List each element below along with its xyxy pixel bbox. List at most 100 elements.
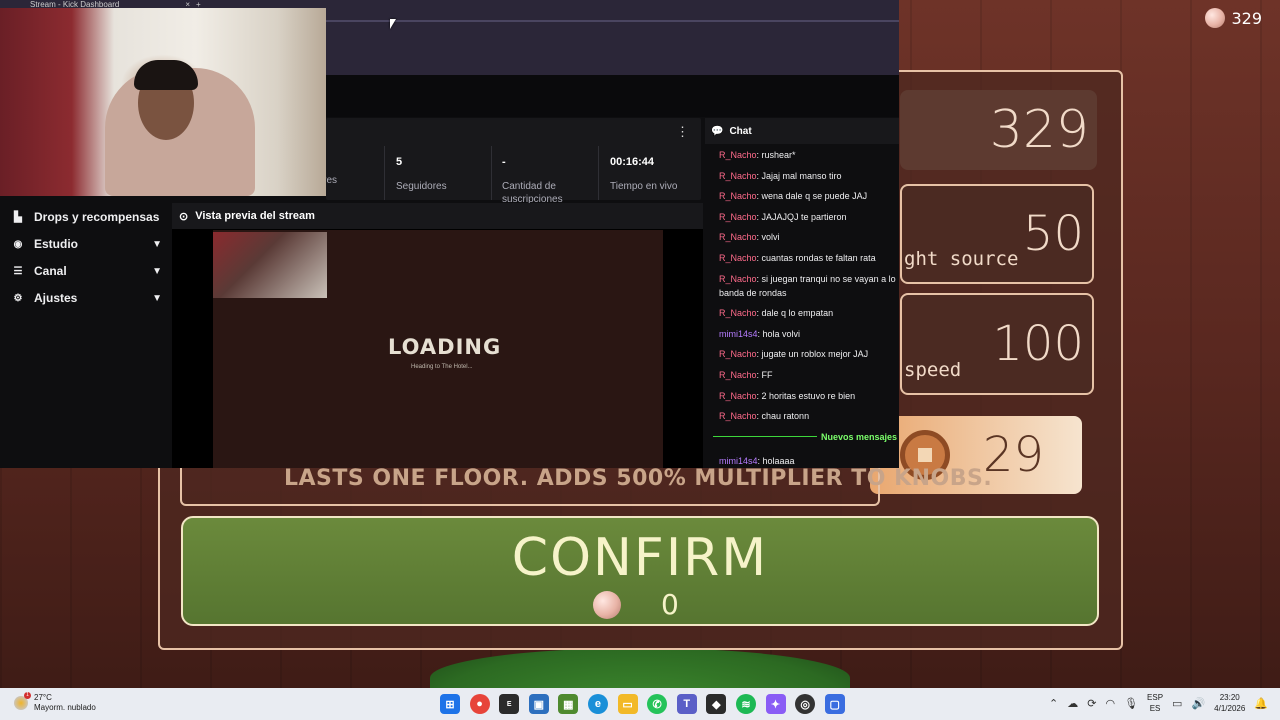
stat-live-time: 00:16:44 Tiempo en vivo xyxy=(610,156,677,193)
chat-message: R_Nacho: dale q lo empatan xyxy=(719,306,899,320)
chat-username[interactable]: mimi14s4 xyxy=(719,329,758,339)
sidebar-item-label: Ajustes xyxy=(34,291,78,305)
knob-icon xyxy=(1205,8,1226,28)
more-options-icon[interactable]: ⋮ xyxy=(676,124,689,140)
confirm-cost-value: 0 xyxy=(661,588,679,621)
game-launcher-icon[interactable]: ◆ xyxy=(706,694,727,714)
chat-username[interactable]: R_Nacho xyxy=(719,150,757,160)
address-bar[interactable] xyxy=(326,20,899,22)
chat-message: R_Nacho: 2 horitas estuvo re bien xyxy=(719,389,899,403)
chat-message: R_Nacho: wena dale q se puede JAJ xyxy=(719,189,899,203)
new-messages-divider[interactable]: Nuevos mensajes xyxy=(713,430,899,444)
app-icon[interactable]: ▢ xyxy=(824,694,845,714)
chat-text: : rushear* xyxy=(756,150,796,160)
display-icon[interactable]: ▭ xyxy=(1172,697,1182,710)
stat-label: Tiempo en vivo xyxy=(610,181,678,192)
chat-messages: R_Nacho: rushear* R_Nacho: Jajaj mal man… xyxy=(713,148,899,468)
sidebar-item-label: Canal xyxy=(34,264,67,278)
chat-username[interactable]: R_Nacho xyxy=(719,253,757,263)
chat-username[interactable]: R_Nacho xyxy=(719,171,757,181)
stream-preview: ⊙ Vista previa del stream LOADING Headin… xyxy=(172,203,703,468)
confirm-button[interactable]: CONFIRM 0 xyxy=(181,516,1099,626)
preview-webcam-overlay xyxy=(213,232,327,298)
chat-text: : cuantas rondas te faltan rata xyxy=(756,252,876,263)
chat-username[interactable]: R_Nacho xyxy=(719,232,757,242)
sidebar-item-settings[interactable]: ⚙ Ajustes ▼ xyxy=(12,291,162,305)
stat-box-speed[interactable]: speed 100 xyxy=(900,293,1094,395)
chat-username[interactable]: R_Nacho xyxy=(719,274,757,284)
notification-badge: 1 xyxy=(24,692,31,699)
preview-loading-subtext: Heading to The Hotel... xyxy=(411,364,473,370)
chat-text: : JAJAJQJ te partieron xyxy=(756,211,847,222)
network-icon[interactable]: ☁ xyxy=(1067,697,1078,710)
edge-icon[interactable]: e xyxy=(587,694,608,714)
chat-panel: 💬 Chat R_Nacho: rushear* R_Nacho: Jajaj … xyxy=(705,118,899,468)
chat-username[interactable]: R_Nacho xyxy=(719,349,757,359)
stat-followers: 5 Seguidores xyxy=(396,156,447,193)
file-explorer-icon[interactable]: ▭ xyxy=(617,694,638,714)
wifi-icon[interactable]: ◠ xyxy=(1105,697,1115,710)
microphone-icon[interactable]: 🎙 xyxy=(1124,697,1138,710)
chrome-icon[interactable]: ● xyxy=(469,694,490,714)
notifications-icon[interactable]: 🔔 xyxy=(1254,697,1268,710)
weather-temperature: 27°C xyxy=(34,693,52,702)
weather-icon: 1 xyxy=(14,692,31,710)
whatsapp-icon[interactable]: ✆ xyxy=(647,694,668,714)
teams-icon[interactable]: T xyxy=(676,694,697,714)
obs-icon[interactable]: ◎ xyxy=(795,694,816,714)
chat-username[interactable]: mimi14s4 xyxy=(719,456,758,466)
windows-start-icon[interactable]: ⊞ xyxy=(440,694,460,714)
chat-text: : dale q lo empatan xyxy=(756,308,834,319)
sidebar-item-label: Drops y recompensas xyxy=(34,210,160,224)
stream-preview-video[interactable]: LOADING Heading to The Hotel... xyxy=(213,230,663,468)
chat-text: : jugate un roblox mejor JAJ xyxy=(756,349,869,360)
chat-message: R_Nacho: chau ratonn xyxy=(719,409,899,423)
stat-box-knobs: 329 xyxy=(900,90,1097,170)
chevron-down-icon[interactable]: ▼ xyxy=(152,293,162,304)
spotify-icon[interactable]: ≋ xyxy=(735,694,756,714)
chevron-down-icon[interactable]: ▼ xyxy=(152,239,162,250)
chat-text: : holaaaa xyxy=(757,455,795,466)
epic-games-icon[interactable]: E xyxy=(499,694,520,714)
preview-loading-text: LOADING xyxy=(388,335,502,359)
stat-label: speed xyxy=(904,359,962,381)
sidebar-item-channel[interactable]: ☰ Canal ▼ xyxy=(12,264,162,278)
chat-username[interactable]: R_Nacho xyxy=(719,411,757,421)
volume-icon[interactable]: 🔊 xyxy=(1191,697,1205,710)
divider xyxy=(384,146,385,200)
taskbar-apps: ⊞ ● E ▣ ▦ e ▭ ✆ T ◆ ≋ ✦ ◎ ▢ xyxy=(440,694,845,714)
clock-time: 23:20 xyxy=(1219,693,1240,702)
chat-username[interactable]: R_Nacho xyxy=(719,212,757,222)
stat-subscriptions: - Cantidad de suscripciones xyxy=(502,156,592,206)
chat-message: R_Nacho: FF xyxy=(719,368,899,382)
chat-text: : volvi xyxy=(756,232,780,243)
chat-username[interactable]: R_Nacho xyxy=(719,308,757,318)
chat-message: R_Nacho: rushear* xyxy=(719,148,899,162)
stat-box-light-source[interactable]: ght source 50 xyxy=(900,184,1094,284)
chat-message: mimi14s4: holaaaa xyxy=(719,454,899,468)
store-icon[interactable]: ▣ xyxy=(528,694,549,714)
chat-message: R_Nacho: cuantas rondas te faltan rata xyxy=(719,251,899,265)
sidebar-item-drops[interactable]: ▙ Drops y recompensas xyxy=(12,210,162,224)
chevron-down-icon[interactable]: ▼ xyxy=(152,266,162,277)
copilot-icon[interactable]: ✦ xyxy=(765,694,786,714)
sidebar-item-studio[interactable]: ◉ Estudio ▼ xyxy=(12,237,162,251)
chevron-up-icon[interactable]: ⌃ xyxy=(1049,697,1058,710)
chat-message: R_Nacho: si juegan tranqui no se vayan a… xyxy=(719,272,899,300)
chat-message: R_Nacho: JAJAJQJ te partieron xyxy=(719,210,899,224)
knobs-balance: 329 xyxy=(1205,8,1262,28)
chat-username[interactable]: R_Nacho xyxy=(719,391,757,401)
sync-icon[interactable]: ⟳ xyxy=(1087,697,1096,710)
dashboard-sidebar: ▙ Drops y recompensas ◉ Estudio ▼ ☰ Cana… xyxy=(0,200,172,468)
keyboard-layout: ES xyxy=(1149,704,1161,713)
chat-message: R_Nacho: Jajaj mal manso tiro xyxy=(719,169,899,183)
language-code: ESP xyxy=(1147,693,1164,702)
minecraft-icon[interactable]: ▦ xyxy=(558,694,579,714)
chat-username[interactable]: R_Nacho xyxy=(719,191,757,201)
chat-username[interactable]: R_Nacho xyxy=(719,370,757,380)
chat-text: : hola volvi xyxy=(757,328,801,339)
clock[interactable]: 23:20 4/1/2026 xyxy=(1214,692,1245,714)
language-indicator[interactable]: ESP ES xyxy=(1147,692,1163,714)
weather-widget[interactable]: 1 27°C Mayorm. nublado xyxy=(14,692,96,713)
item-description: LASTS ONE FLOOR. ADDS 500% MULTIPLIER TO… xyxy=(284,466,993,491)
